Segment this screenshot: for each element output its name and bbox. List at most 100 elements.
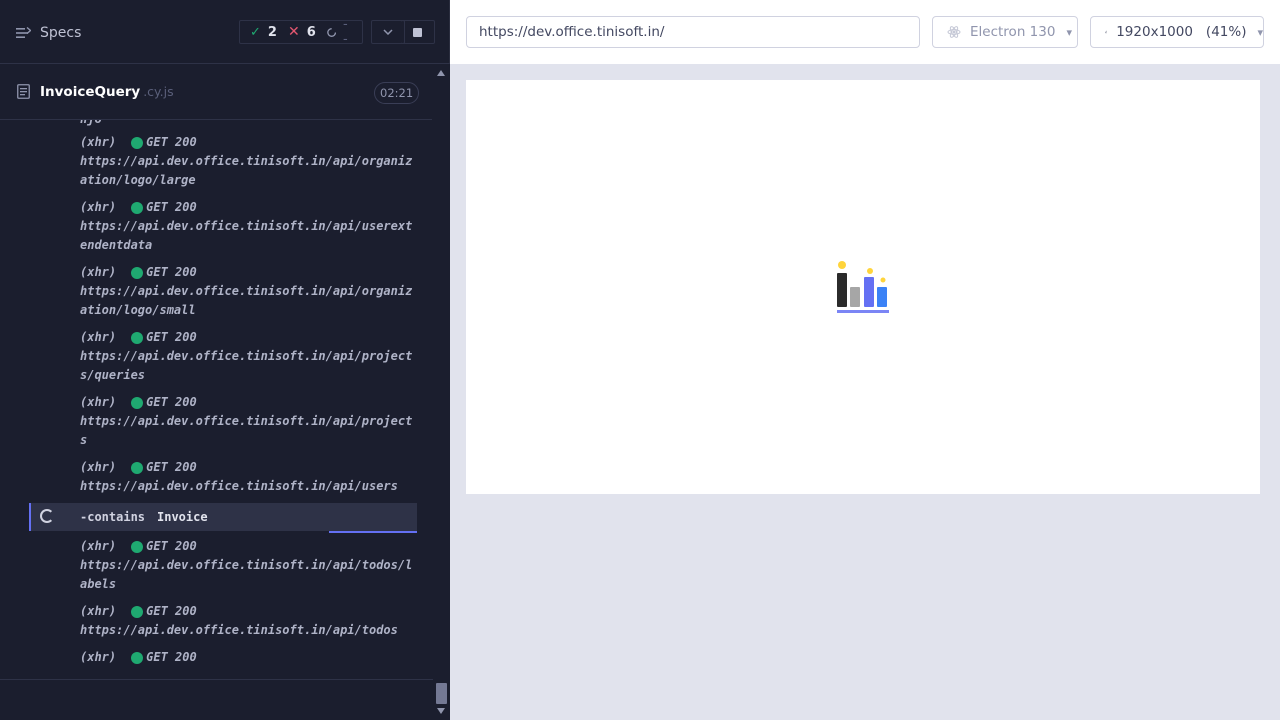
active-command[interactable]: -contains Invoice — [29, 503, 417, 533]
spec-name: InvoiceQuery — [40, 84, 141, 100]
browser-label: Electron 130 — [970, 24, 1056, 40]
viewport-scale: (41%) — [1205, 24, 1247, 40]
aut-iframe[interactable] — [466, 80, 1260, 494]
xhr-status: GET 200 — [146, 330, 197, 344]
viewport-info[interactable]: 1920x1000 (41%) ▾ — [1090, 16, 1264, 48]
ruler-icon — [1105, 30, 1108, 34]
reporter-footer-divider — [0, 679, 433, 680]
chevron-down-icon: ▾ — [1257, 25, 1263, 39]
status-dot-icon — [131, 266, 144, 279]
xhr-url: https://api.dev.office.tinisoft.in/api/p… — [80, 414, 413, 447]
xhr-type: (xhr) — [80, 650, 117, 664]
failed-stat: ✕ 6 — [288, 24, 316, 40]
xhr-url: https://api.dev.office.tinisoft.in/api/t… — [80, 558, 413, 591]
command-cut-text: hjo — [29, 120, 417, 129]
chevron-down-icon: ▾ — [1066, 25, 1072, 39]
list-icon — [16, 27, 31, 38]
xhr-url: https://api.dev.office.tinisoft.in/api/t… — [80, 623, 398, 637]
reporter-topbar: Specs ✓ 2 ✕ 6 -- — [0, 0, 450, 64]
xhr-entry-header: (xhr) GET 200 — [80, 393, 417, 412]
status-dot-icon — [131, 461, 144, 474]
xhr-type: (xhr) — [80, 135, 117, 149]
stop-icon — [413, 27, 422, 37]
xhr-url: https://api.dev.office.tinisoft.in/api/o… — [80, 284, 413, 317]
active-command-name: -contains — [80, 510, 146, 524]
pending-stat: -- — [326, 17, 351, 47]
x-icon: ✕ — [287, 24, 300, 40]
specs-button[interactable]: Specs — [16, 22, 81, 44]
xhr-entry-header: (xhr) GET 200 — [80, 328, 417, 347]
xhr-url: https://api.dev.office.tinisoft.in/api/u… — [80, 219, 413, 252]
xhr-entry-header: (xhr) GET 200 — [80, 602, 417, 621]
command-log-content: hjo (xhr) GET 200 https://api.dev.office.t… — [29, 120, 417, 666]
browser-selector[interactable]: Electron 130 ▾ — [932, 16, 1078, 48]
command-xhr-entry[interactable]: (xhr) GET 200 https://api.dev.office.tinis… — [29, 454, 417, 500]
status-dot-icon — [131, 201, 144, 214]
status-dot-icon — [131, 651, 144, 664]
xhr-type: (xhr) — [80, 539, 117, 553]
xhr-type: (xhr) — [80, 604, 117, 618]
document-icon — [17, 84, 30, 99]
xhr-entry-header: (xhr) GET 200 — [80, 537, 417, 556]
spec-extension: .cy.js — [143, 84, 174, 99]
spec-duration: 02:21 — [374, 82, 420, 104]
xhr-url: https://api.dev.office.tinisoft.in/api/u… — [80, 479, 398, 493]
status-dot-icon — [131, 136, 144, 149]
test-stats: ✓ 2 ✕ 6 -- — [239, 17, 363, 47]
pending-count: -- — [343, 17, 348, 47]
xhr-status: GET 200 — [146, 200, 197, 214]
xhr-type: (xhr) — [80, 460, 117, 474]
scrollbar[interactable] — [433, 64, 450, 720]
aut-header: https://dev.office.tinisoft.in/ Electron… — [450, 0, 1280, 64]
xhr-entry-header: (xhr) GET 200 — [80, 648, 417, 666]
command-xhr-entry[interactable]: (xhr) GET 200 https://api.dev.office.tinis… — [29, 259, 417, 324]
status-dot-icon — [131, 331, 144, 344]
status-dot-icon — [131, 396, 144, 409]
command-xhr-entry[interactable]: (xhr) GET 200 https://api.dev.office.tinis… — [29, 129, 417, 194]
xhr-entry-header: (xhr) GET 200 — [80, 133, 417, 152]
command-xhr-entry[interactable]: (xhr)GET 200 https://api.dev.office.tinis… — [29, 194, 417, 259]
xhr-status: GET 200 — [146, 460, 197, 474]
command-xhr-entry[interactable]: (xhr)GET 200https://api.dev.office.tinis… — [29, 644, 417, 666]
command-xhr-entry[interactable]: (xhr)GET 200https://api.dev.office.tinis… — [29, 324, 417, 389]
specs-label: Specs — [40, 25, 82, 41]
active-command-arg: Invoice — [157, 510, 208, 524]
bar-chart-loader — [837, 261, 889, 313]
scroll-down-icon[interactable] — [437, 708, 445, 714]
command-xhr-entry[interactable]: (xhr) GET 200 https://api.dev.office.tinis… — [29, 389, 417, 454]
xhr-status: GET 200 — [146, 539, 197, 553]
xhr-status: GET 200 — [146, 265, 197, 279]
command-xhr-entry[interactable]: (xhr) GET 200 https://api.dev.office.tinis… — [29, 598, 417, 644]
command-log[interactable]: hjo (xhr) GET 200 https://api.dev.office.t… — [29, 120, 417, 666]
spec-header: InvoiceQuery .cy.js 02:21 — [0, 64, 432, 120]
scrollbar-thumb[interactable] — [436, 683, 447, 704]
stop-button[interactable] — [401, 20, 435, 44]
failed-count: 6 — [306, 24, 316, 40]
xhr-status: GET 200 — [146, 604, 197, 618]
status-dot-icon — [131, 605, 144, 618]
xhr-status: GET 200 — [146, 135, 197, 149]
viewport-size: 1920x1000 — [1116, 24, 1193, 40]
xhr-type: (xhr) — [80, 395, 117, 409]
passed-stat: ✓ 2 — [250, 25, 277, 40]
reporter-panel: Specs ✓ 2 ✕ 6 -- InvoiceQuery .cy.js 02:… — [0, 0, 450, 720]
xhr-url: https://api.dev.office.tinisoft.in/api/o… — [80, 154, 413, 187]
spinner-icon — [326, 27, 336, 37]
xhr-type: (xhr) — [80, 330, 117, 344]
xhr-entry-header: (xhr) GET 200 — [80, 458, 417, 477]
xhr-type: (xhr) — [80, 265, 117, 279]
xhr-status: GET 200 — [146, 650, 197, 664]
url-bar[interactable]: https://dev.office.tinisoft.in/ — [466, 16, 920, 48]
spinner-icon — [40, 509, 54, 523]
check-icon: ✓ — [250, 24, 261, 40]
scroll-up-icon[interactable] — [437, 70, 445, 76]
collapse-button[interactable] — [371, 20, 405, 44]
xhr-entry-header: (xhr) GET 200 — [80, 263, 417, 282]
command-xhr-entry[interactable]: (xhr) GET 200 https://api.dev.office.tinis… — [29, 533, 417, 598]
xhr-status: GET 200 — [146, 395, 197, 409]
electron-icon — [947, 26, 961, 38]
command-list-before: (xhr) GET 200 https://api.dev.office.tinis… — [29, 129, 417, 500]
xhr-entry-header: (xhr) GET 200 — [80, 198, 417, 217]
passed-count: 2 — [267, 24, 277, 40]
command-list-after: (xhr) GET 200 https://api.dev.office.tinis… — [29, 533, 417, 666]
